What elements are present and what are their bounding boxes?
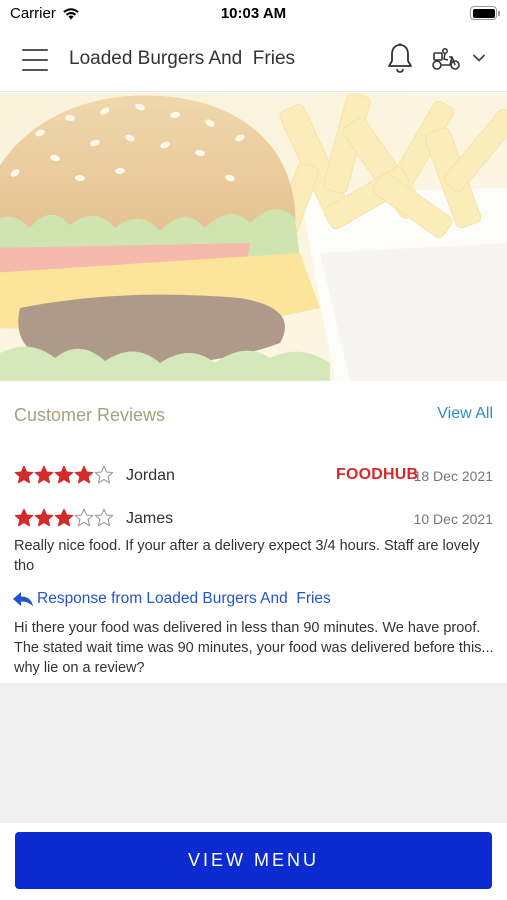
star-filled-icon [14,508,34,527]
status-bar: Carrier 10:03 AM [0,0,507,28]
view-menu-button[interactable]: VIEW MENU [15,832,492,889]
battery-icon [470,6,500,20]
star-empty-icon [94,508,114,527]
status-time: 10:03 AM [220,5,287,22]
foodhub-logo: FOODHUB [336,466,419,483]
chevron-down-icon[interactable] [472,52,486,64]
bell-icon[interactable] [385,42,415,74]
app-header: Loaded Burgers And Fries [0,28,507,92]
review-text: Really nice food. If your after a delive… [14,538,480,574]
reviews-header: Customer Reviews View All [0,393,507,437]
star-rating [14,508,114,528]
reviewer-name: James [126,510,174,527]
section-title: Customer Reviews [14,405,166,425]
review-date: 18 Dec 2021 [413,468,493,484]
response-label: Response from Loaded Burgers And Fries [37,590,331,607]
bottom-bar: VIEW MENU [0,823,507,900]
reply-icon [13,592,33,607]
star-empty-icon [94,465,114,484]
owner-response-link[interactable]: Response from Loaded Burgers And Fries [12,590,331,608]
content-background [0,683,507,823]
review-item: James 10 Dec 2021 [0,504,507,534]
review-item: Jordan FOODHUB 18 Dec 2021 [0,461,507,491]
view-all-link[interactable]: View All [437,405,493,423]
scooter-icon[interactable] [431,46,461,72]
star-filled-icon [54,465,74,484]
star-filled-icon [54,508,74,527]
star-empty-icon [74,508,94,527]
owner-response-text: Hi there your food was delivered in less… [14,620,494,676]
star-rating [14,465,114,485]
star-filled-icon [34,508,54,527]
reviewer-name: Jordan [126,467,175,484]
page-title: Loaded Burgers And Fries [69,48,296,69]
star-filled-icon [14,465,34,484]
hamburger-menu-icon[interactable] [22,49,48,71]
hero-image [0,93,507,381]
star-filled-icon [74,465,94,484]
star-filled-icon [34,465,54,484]
review-date: 10 Dec 2021 [413,511,493,527]
burger-and-fries-photo [0,93,507,381]
